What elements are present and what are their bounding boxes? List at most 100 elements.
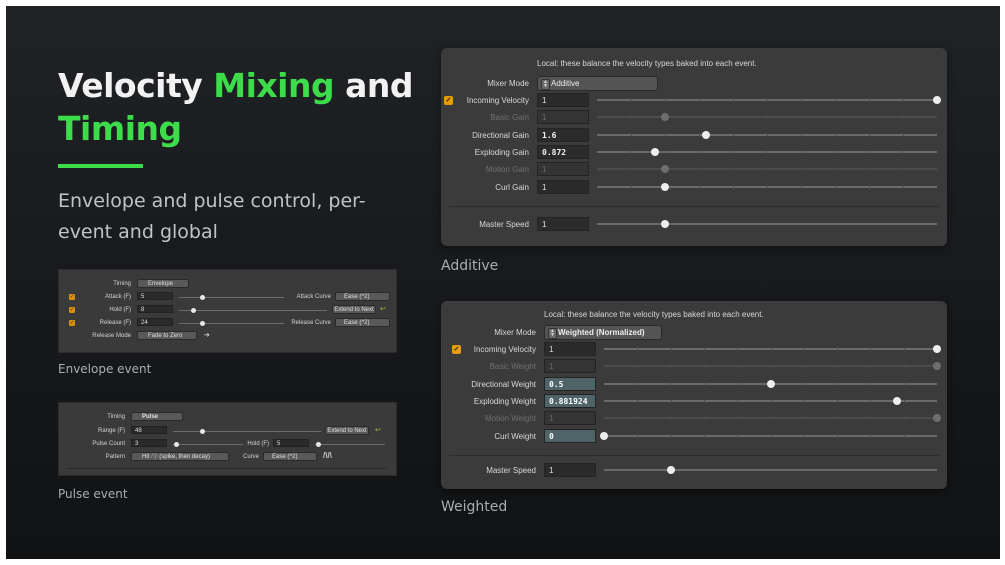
- weighted-row-5-field[interactable]: 0: [544, 428, 596, 443]
- env-release-slider[interactable]: [179, 321, 284, 326]
- slider-knob[interactable]: [661, 165, 669, 174]
- additive-row-4-field: 1: [537, 162, 589, 177]
- slider-knob[interactable]: [650, 147, 659, 156]
- additive-row-5-field[interactable]: 1: [537, 179, 589, 194]
- pulse-timing-menu[interactable]: Pulse: [131, 412, 183, 421]
- weighted-row-0-slider[interactable]: [604, 345, 941, 353]
- slider-tick: [767, 184, 768, 189]
- pulse-pattern-menu[interactable]: Hit /\|\ (spike, then decay): [131, 452, 229, 461]
- slider-tick: [637, 347, 639, 351]
- weighted-row-3-field[interactable]: 0.881924: [544, 393, 596, 408]
- weighted-row-2-slider[interactable]: [604, 379, 937, 388]
- arrow-right-icon[interactable]: ➜: [204, 331, 210, 339]
- env-release-mode-menu[interactable]: Fade to Zero: [137, 331, 197, 340]
- slider-tick: [903, 381, 905, 386]
- slider-knob[interactable]: [933, 345, 941, 353]
- slider-tick: [637, 398, 639, 403]
- slider-knob[interactable]: [933, 414, 941, 423]
- additive-row-0-field[interactable]: 1: [537, 93, 589, 107]
- pulse-range-slider[interactable]: [173, 429, 321, 434]
- slider-knob[interactable]: [600, 431, 608, 440]
- additive-master-speed-field[interactable]: 1: [537, 217, 589, 231]
- slider-tick: [737, 416, 739, 421]
- slider-knob[interactable]: [199, 321, 205, 326]
- env-hold-slider[interactable]: [179, 308, 327, 313]
- slider-knob[interactable]: [933, 362, 941, 371]
- slider-knob[interactable]: [893, 396, 902, 405]
- weighted-row-3-slider[interactable]: [604, 396, 937, 405]
- additive-row-0-checkbox[interactable]: ✓: [444, 96, 453, 105]
- weighted-master-speed-label: Master Speed: [486, 466, 536, 475]
- slider-knob[interactable]: [701, 130, 710, 139]
- slider-tick: [767, 149, 768, 154]
- env-release-label: Release (F): [99, 320, 131, 326]
- slider-tick: [835, 132, 836, 137]
- slider-knob[interactable]: [661, 182, 669, 191]
- env-attack-curve-menu[interactable]: Ease (^2): [335, 292, 390, 301]
- slider-tick: [703, 416, 705, 421]
- weighted-mixer-mode-menu[interactable]: ▲ ▼ Weighted (Normalized): [544, 325, 662, 340]
- slider-tick: [637, 433, 639, 438]
- weighted-row-2-label: Directional Weight: [471, 379, 536, 389]
- env-timing-menu[interactable]: Envelope: [137, 279, 189, 288]
- additive-row-2-slider[interactable]: [597, 130, 937, 139]
- additive-master-speed-slider[interactable]: [597, 220, 937, 228]
- env-release-checkbox[interactable]: ✓: [69, 320, 75, 326]
- slider-tick: [870, 433, 872, 438]
- undo-arrow-icon[interactable]: ↩: [375, 426, 381, 434]
- pulse-count-field[interactable]: 3: [131, 439, 167, 447]
- slider-knob[interactable]: [933, 96, 941, 104]
- env-hold-field[interactable]: 8: [137, 305, 173, 313]
- pulse-hold-field[interactable]: 5: [273, 439, 309, 447]
- env-attack-slider[interactable]: [179, 295, 284, 300]
- weighted-row-2-field[interactable]: 0.5: [544, 376, 596, 391]
- additive-row-3-slider[interactable]: [597, 147, 937, 156]
- slider-knob[interactable]: [174, 442, 179, 447]
- additive-row-1-slider: [597, 113, 937, 122]
- slider-knob[interactable]: [766, 379, 775, 388]
- additive-master-speed-label: Master Speed: [479, 220, 529, 229]
- env-hold-checkbox[interactable]: ✓: [69, 307, 75, 313]
- additive-row-0-slider[interactable]: [597, 96, 941, 104]
- pulse-extend-button[interactable]: Extend to Next: [325, 426, 369, 435]
- weighted-row-5-slider[interactable]: [600, 431, 937, 440]
- additive-row-0-label: Incoming Velocity: [466, 96, 529, 105]
- env-extend-button[interactable]: Extend to Next: [332, 305, 376, 314]
- weighted-master-speed-slider[interactable]: [604, 466, 937, 474]
- additive-row-2-field[interactable]: 1.6: [537, 127, 589, 142]
- additive-mixer-mode-menu[interactable]: ▲ ▼ Additive: [537, 76, 658, 91]
- env-attack-field[interactable]: 5: [137, 292, 173, 300]
- additive-row-5-slider[interactable]: [597, 182, 937, 191]
- slider-tick: [733, 98, 734, 102]
- env-release-curve-menu[interactable]: Ease (^2): [335, 318, 390, 327]
- env-attack-checkbox[interactable]: ✓: [69, 294, 75, 300]
- slider-knob[interactable]: [666, 466, 675, 474]
- slider-knob[interactable]: [200, 429, 206, 434]
- weighted-row-0-label: Incoming Velocity: [473, 345, 536, 354]
- env-release-field[interactable]: 24: [137, 318, 173, 326]
- pulse-curve-menu[interactable]: Ease (^2): [263, 452, 317, 461]
- undo-arrow-icon[interactable]: ↩: [380, 305, 386, 313]
- slider-tick: [837, 347, 839, 351]
- slider-knob[interactable]: [191, 308, 197, 313]
- additive-row-3-field[interactable]: 0.872: [537, 144, 589, 159]
- slider-knob[interactable]: [199, 295, 205, 300]
- slider-tick: [767, 98, 768, 102]
- slider-tick: [903, 364, 905, 369]
- title-highlight-timing: Timing: [58, 109, 182, 148]
- slider-tick: [770, 433, 772, 438]
- weighted-row-0-field[interactable]: 1: [544, 342, 596, 356]
- weighted-row-0-checkbox[interactable]: ✓: [452, 345, 461, 354]
- pulse-range-field[interactable]: 48: [131, 426, 167, 434]
- title-text-1: Velocity: [58, 66, 214, 105]
- pulse-count-slider[interactable]: [173, 442, 243, 447]
- slider-knob[interactable]: [661, 220, 669, 228]
- slider-tick: [801, 115, 802, 120]
- slider-knob[interactable]: [316, 442, 321, 447]
- env-timing-value: Envelope: [148, 281, 174, 287]
- weighted-master-speed-field[interactable]: 1: [544, 463, 596, 477]
- slider-tick: [837, 364, 839, 369]
- slider-knob[interactable]: [661, 113, 669, 122]
- pulse-hold-slider[interactable]: [315, 442, 385, 447]
- weighted-row-1-field: 1: [544, 359, 596, 374]
